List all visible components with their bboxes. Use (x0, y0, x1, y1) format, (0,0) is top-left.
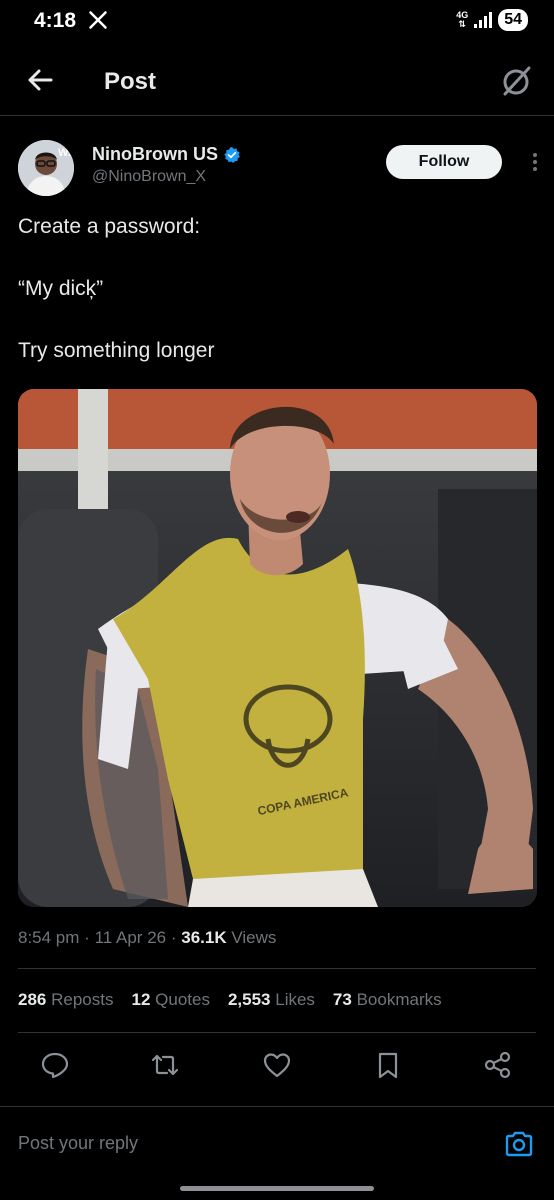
verified-icon (224, 146, 240, 163)
post-time: 8:54 pm (18, 928, 80, 947)
repost-icon[interactable] (150, 1050, 180, 1080)
avatar[interactable]: W. (18, 140, 74, 196)
status-indicators: 4G ⇅ 54 (456, 9, 528, 31)
stat-likes[interactable]: 2,553 Likes (228, 990, 315, 1010)
tweet-line: Try something longer (18, 339, 215, 362)
signal-icon (474, 12, 493, 28)
grok-icon[interactable] (500, 64, 534, 98)
stat-count: 73 (332, 990, 352, 1009)
share-icon[interactable] (483, 1050, 513, 1080)
avatar-logo-text: W. (58, 147, 71, 159)
post-date: 11 Apr 26 (94, 928, 167, 947)
follow-button[interactable]: Follow (386, 145, 502, 179)
status-bar: 4:18 4G ⇅ 54 (0, 0, 554, 44)
stat-label: Bookmarks (356, 990, 442, 1009)
stat-label: Reposts (51, 990, 114, 1009)
bookmark-icon[interactable] (373, 1050, 403, 1080)
stat-reposts[interactable]: 286 Reposts (18, 990, 113, 1010)
author-handle[interactable]: @NinoBrown_X (92, 168, 206, 186)
divider (18, 968, 536, 969)
meta-separator: · (84, 928, 90, 947)
stat-count: 12 (131, 990, 151, 1009)
tweet-line: Create a password: (18, 215, 201, 238)
more-icon[interactable] (532, 152, 538, 172)
meta-separator: · (170, 928, 177, 947)
views-label: Views (231, 928, 277, 947)
tweet-text: Create a password: “My dicķ” Try somethi… (18, 212, 538, 398)
engagement-stats: 286 Reposts 12 Quotes 2,553 Likes 73 Boo… (18, 990, 442, 1010)
post-header: Post (0, 52, 554, 116)
avatar-image: W. (18, 140, 74, 196)
author-name-text: NinoBrown US (92, 144, 218, 164)
post-meta: 8:54 pm · 11 Apr 26 · 36.1K Views (18, 928, 276, 948)
page-title: Post (104, 68, 157, 95)
reply-input[interactable]: Post your reply (18, 1133, 138, 1154)
stat-count: 286 (18, 990, 47, 1009)
camera-icon[interactable] (504, 1129, 534, 1159)
author-name[interactable]: NinoBrown US (92, 144, 241, 165)
back-arrow-icon[interactable] (26, 66, 54, 94)
stat-bookmarks[interactable]: 73 Bookmarks (333, 990, 442, 1010)
data-arrows-icon: ⇅ (458, 19, 466, 29)
reply-icon[interactable] (40, 1050, 70, 1080)
player-photo: COPA AMERICA (18, 389, 537, 907)
author-row: W. NinoBrown US @NinoBrown_X Follow (18, 140, 538, 200)
x-logo-icon (89, 11, 107, 29)
like-icon[interactable] (262, 1050, 292, 1080)
stat-label: Likes (275, 990, 315, 1009)
stat-count: 2,553 (227, 990, 271, 1009)
action-bar (0, 1050, 554, 1090)
status-time: 4:18 (34, 9, 77, 32)
network-indicator: 4G ⇅ (456, 11, 468, 29)
reply-bar: Post your reply (0, 1106, 554, 1176)
tweet-line: “My dicķ” (18, 277, 104, 300)
stat-label: Quotes (155, 990, 210, 1009)
home-indicator[interactable] (180, 1186, 374, 1191)
battery-icon: 54 (498, 9, 528, 31)
tweet-image[interactable]: COPA AMERICA (18, 389, 537, 907)
divider (18, 1032, 536, 1033)
stat-quotes[interactable]: 12 Quotes (131, 990, 209, 1010)
views-count: 36.1K (181, 928, 227, 947)
